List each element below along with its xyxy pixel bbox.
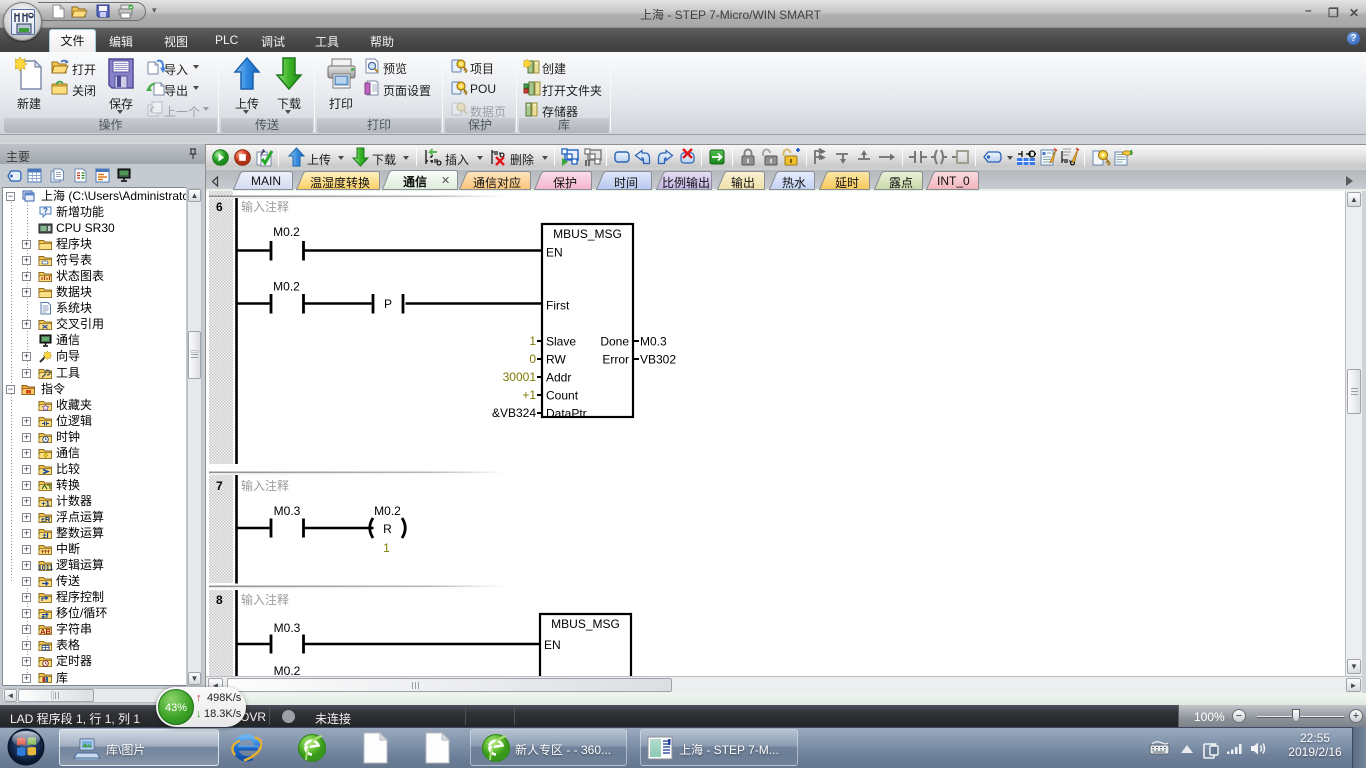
svg-text:VB302: VB302: [640, 353, 676, 367]
svg-text:P: P: [384, 297, 392, 311]
svg-text:Done: Done: [600, 335, 629, 349]
svg-text:+1: +1: [41, 499, 50, 508]
svg-text:EN: EN: [544, 638, 561, 652]
svg-text:Slave: Slave: [546, 335, 576, 349]
svg-text:AB: AB: [40, 627, 51, 636]
svg-text:0: 0: [529, 352, 536, 366]
svg-text:30001: 30001: [503, 370, 537, 384]
svg-text:&VB324: &VB324: [492, 406, 536, 420]
svg-text:1011: 1011: [38, 565, 53, 572]
svg-text:M0.2: M0.2: [273, 225, 300, 239]
svg-text:DataPtr: DataPtr: [546, 407, 587, 421]
svg-text:RW: RW: [546, 353, 566, 367]
svg-text:±I: ±I: [42, 531, 48, 540]
svg-text:+1: +1: [522, 388, 536, 402]
svg-text:M0.3: M0.3: [640, 335, 667, 349]
svg-text:6: 6: [216, 200, 223, 214]
svg-text:1: 1: [529, 334, 536, 348]
svg-text:M0.2: M0.2: [273, 280, 300, 294]
svg-text:R: R: [383, 522, 392, 536]
svg-text:MBUS_MSG: MBUS_MSG: [551, 617, 620, 631]
svg-text:1: 1: [383, 541, 390, 555]
svg-text:Error: Error: [602, 353, 629, 367]
svg-text:MBUS_MSG: MBUS_MSG: [553, 227, 622, 241]
svg-text:8: 8: [216, 593, 223, 607]
svg-text:Addr: Addr: [546, 371, 571, 385]
svg-text:M0.3: M0.3: [274, 504, 301, 518]
svg-text:M0.3: M0.3: [274, 621, 301, 635]
svg-text:M0.2: M0.2: [374, 504, 401, 518]
svg-text:输入注释: 输入注释: [241, 478, 289, 493]
svg-text:Count: Count: [546, 389, 579, 403]
svg-text:7: 7: [216, 479, 223, 493]
svg-text:输入注释: 输入注释: [241, 592, 289, 607]
svg-text:First: First: [546, 299, 570, 313]
svg-text:±R: ±R: [41, 515, 51, 524]
svg-text:EN: EN: [546, 246, 563, 260]
svg-text:M0.2: M0.2: [274, 664, 301, 676]
svg-text:输入注释: 输入注释: [241, 199, 289, 214]
